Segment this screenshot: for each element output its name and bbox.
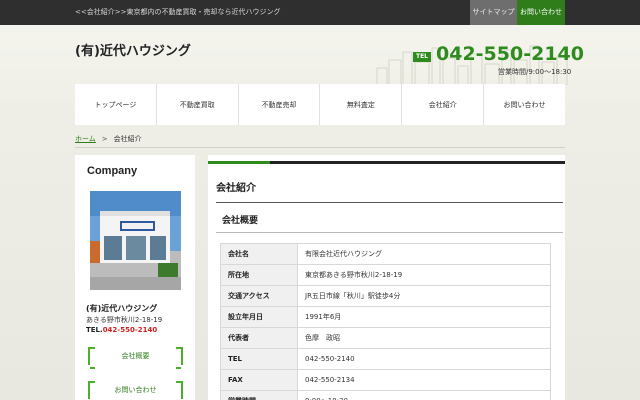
sidebar-address: あきる野市秋川2-18-19 (86, 316, 163, 324)
sidebar-button-contact[interactable]: お問い合わせ (88, 381, 183, 400)
main-nav: トップページ 不動産買取 不動産売却 無料査定 会社紹介 お問い合わせ (75, 84, 565, 125)
row-value: 東京都あきる野市秋川2-18-19 (297, 264, 551, 286)
table-row: 営業時間9:00～18:30 (220, 390, 551, 400)
sidebar-phone-prefix: TEL. (86, 326, 103, 334)
top-bar: <<会社紹介>>東京都内の不動産買取・売却なら近代ハウジング サイトマップ お問… (0, 0, 640, 25)
row-key: 設立年月日 (220, 306, 298, 328)
table-row: 交通アクセス JR五日市線「秋川」駅徒歩4分 (220, 285, 551, 307)
section-title: 会社概要 (222, 216, 259, 226)
top-contact-link[interactable]: お問い合わせ (517, 0, 565, 25)
table-row: 会社名 有限会社近代ハウジング (220, 243, 551, 265)
sidebar-title: Company (87, 165, 138, 177)
row-value: 9:00～18:30 (297, 390, 551, 400)
title-bar-accent (208, 161, 270, 164)
nav-item-purchase[interactable]: 不動産買取 (157, 84, 239, 125)
table-row: 所在地 東京都あきる野市秋川2-18-19 (220, 264, 551, 286)
sidebar: Company (有)近代ハウジング あきる野市秋川2-18-19 TEL.04… (75, 155, 195, 400)
breadcrumb-divider (75, 147, 565, 148)
page-title-divider (216, 202, 563, 203)
sidebar-phone: TEL.042-550-2140 (86, 326, 157, 334)
table-row: 設立年月日 1991年6月 (220, 306, 551, 328)
table-row: 代表者 色摩 政昭 (220, 327, 551, 349)
row-value: 色摩 政昭 (297, 327, 551, 349)
breadcrumb-home-link[interactable]: ホーム (75, 135, 96, 143)
nav-item-contact[interactable]: お問い合わせ (484, 84, 565, 125)
tel-badge: TEL (413, 52, 431, 62)
row-value: JR五日市線「秋川」駅徒歩4分 (297, 285, 551, 307)
row-key: 会社名 (220, 243, 298, 265)
main-content: 会社紹介 会社概要 会社名 有限会社近代ハウジング 所在地 東京都あきる野市秋川2-… (208, 155, 565, 400)
row-value: 1991年6月 (297, 306, 551, 328)
row-value: 042-550-2140 (297, 348, 551, 370)
nav-item-sale[interactable]: 不動産売却 (239, 84, 321, 125)
section-title-divider (216, 232, 563, 233)
row-value: 042-550-2134 (297, 369, 551, 391)
sidebar-company-name: (有)近代ハウジング (86, 304, 158, 313)
business-hours: 営業時間/9:00～18:30 (498, 68, 572, 76)
company-info-table: 会社名 有限会社近代ハウジング 所在地 東京都あきる野市秋川2-18-19 交通アク… (220, 243, 551, 400)
row-key: 営業時間 (220, 390, 298, 400)
office-photo (90, 191, 181, 290)
sidebar-phone-number[interactable]: 042-550-2140 (103, 326, 158, 334)
nav-item-company[interactable]: 会社紹介 (402, 84, 485, 125)
row-key: TEL (220, 348, 298, 370)
header-phone-number[interactable]: 042-550-2140 (436, 43, 584, 65)
site-logo[interactable]: (有)近代ハウジング (75, 40, 191, 59)
breadcrumb: ホーム > 会社紹介 (75, 134, 142, 144)
page-title: 会社紹介 (216, 183, 256, 194)
sitemap-link[interactable]: サイトマップ (470, 0, 517, 25)
breadcrumb-current: 会社紹介 (113, 135, 142, 143)
nav-item-appraisal[interactable]: 無料査定 (320, 84, 403, 125)
row-value: 有限会社近代ハウジング (297, 243, 551, 265)
nav-item-top[interactable]: トップページ (75, 84, 157, 125)
breadcrumb-separator: > (101, 135, 108, 143)
table-row: FAX 042-550-2134 (220, 369, 551, 391)
row-key: FAX (220, 369, 298, 391)
sidebar-button-company-overview[interactable]: 会社概要 (88, 347, 183, 369)
row-key: 所在地 (220, 264, 298, 286)
row-key: 代表者 (220, 327, 298, 349)
row-key: 交通アクセス (220, 285, 298, 307)
table-row: TEL 042-550-2140 (220, 348, 551, 370)
top-tagline: <<会社紹介>>東京都内の不動産買取・売却なら近代ハウジング (75, 8, 281, 16)
